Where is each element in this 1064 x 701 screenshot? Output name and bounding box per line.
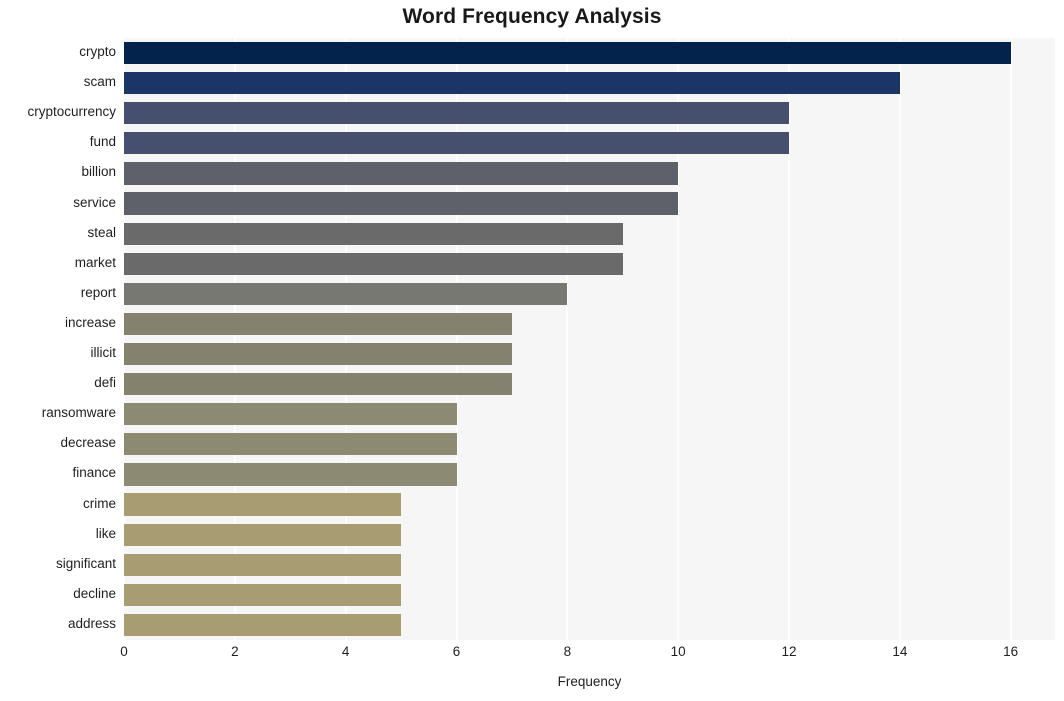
y-tick-fund: fund [89, 134, 116, 150]
bar-row [124, 463, 1055, 486]
bar-row [124, 583, 1055, 606]
x-tick-12: 12 [781, 644, 797, 659]
x-tick-14: 14 [892, 644, 908, 659]
bar-row [124, 192, 1055, 215]
bar-row [124, 312, 1055, 336]
x-tick-6: 6 [452, 644, 461, 659]
bar-market[interactable] [124, 252, 623, 275]
x-tick-2: 2 [231, 644, 239, 659]
bar-row [124, 553, 1055, 576]
y-tick-scam: scam [83, 74, 116, 90]
x-tick-10: 10 [670, 644, 686, 659]
y-tick-ransomware: ransomware [41, 405, 116, 421]
y-tick-steal: steal [87, 224, 116, 240]
word-frequency-chart: Word Frequency Analysis crypto scam crypto… [0, 0, 1064, 701]
bar-row [124, 493, 1055, 516]
bar-illicit[interactable] [124, 342, 512, 366]
y-tick-service: service [73, 194, 116, 210]
bar-address[interactable] [124, 613, 402, 637]
y-tick-cryptocurrency: cryptocurrency [27, 104, 116, 120]
bar-service[interactable] [124, 192, 679, 215]
bar-ransomware[interactable] [124, 403, 457, 426]
bar-row [124, 162, 1055, 185]
bar-significant[interactable] [124, 553, 402, 576]
bar-row [124, 282, 1055, 305]
bar-scam[interactable] [124, 72, 900, 95]
x-tick-16: 16 [1003, 644, 1019, 659]
bar-row [124, 523, 1055, 546]
bar-crime[interactable] [124, 493, 402, 516]
x-axis-title: Frequency [557, 674, 622, 689]
x-tick-0: 0 [120, 644, 128, 659]
bar-defi[interactable] [124, 373, 512, 396]
bar-finance[interactable] [124, 463, 457, 486]
bar-row [124, 132, 1055, 155]
y-tick-report: report [80, 284, 116, 300]
bar-cryptocurrency[interactable] [124, 102, 789, 125]
chart-title: Word Frequency Analysis [402, 5, 662, 28]
bar-row [124, 342, 1055, 366]
bar-decrease[interactable] [124, 433, 457, 456]
bar-row [124, 41, 1055, 65]
y-tick-significant: significant [55, 555, 116, 571]
bar-row [124, 222, 1055, 245]
y-tick-defi: defi [94, 375, 116, 391]
x-tick-4: 4 [341, 644, 350, 659]
plot-area [124, 38, 1055, 640]
y-tick-market: market [74, 254, 116, 270]
y-tick-increase: increase [64, 314, 116, 330]
y-tick-address: address [67, 615, 116, 631]
y-tick-finance: finance [72, 465, 116, 481]
y-tick-crypto: crypto [79, 44, 116, 60]
bar-like[interactable] [124, 523, 402, 546]
bar-row [124, 373, 1055, 396]
x-tick-8: 8 [563, 644, 572, 659]
bar-decline[interactable] [124, 583, 402, 606]
bar-row [124, 72, 1055, 95]
bar-fund[interactable] [124, 132, 789, 155]
x-axis-tick-labels: 0 2 4 6 8 10 12 14 16 [120, 644, 1055, 666]
y-tick-decline: decline [73, 585, 116, 601]
bar-crypto[interactable] [124, 41, 1011, 65]
bar-billion[interactable] [124, 162, 679, 185]
y-tick-decrease: decrease [60, 435, 116, 451]
y-tick-crime: crime [83, 495, 116, 511]
bar-row [124, 613, 1055, 637]
bar-steal[interactable] [124, 222, 623, 245]
y-axis-tick-labels: crypto scam cryptocurrency fund billion servi… [0, 38, 116, 640]
y-tick-like: like [95, 525, 116, 541]
bar-increase[interactable] [124, 312, 512, 336]
bar-row [124, 102, 1055, 125]
y-tick-billion: billion [81, 164, 116, 180]
bars-container [124, 38, 1055, 640]
bar-row [124, 403, 1055, 426]
bar-row [124, 433, 1055, 456]
bar-report[interactable] [124, 282, 568, 305]
y-tick-illicit: illicit [90, 345, 117, 361]
bar-row [124, 252, 1055, 275]
